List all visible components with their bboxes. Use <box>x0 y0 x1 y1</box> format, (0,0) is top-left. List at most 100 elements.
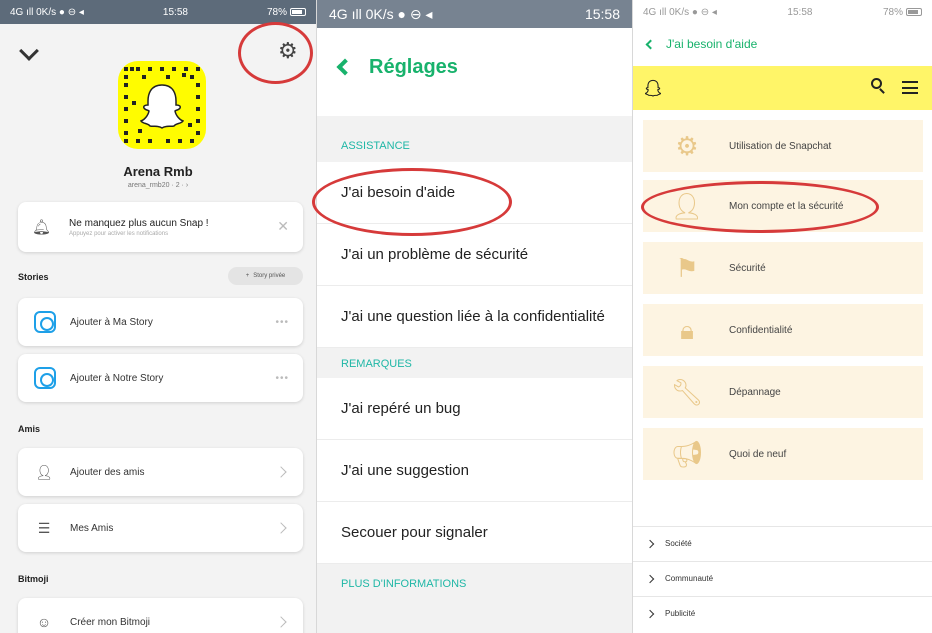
snapcode-dot <box>190 139 194 143</box>
help-toolbar <box>633 66 932 110</box>
snapcode-dot <box>196 67 200 71</box>
snapcode-dot <box>190 75 194 79</box>
settings-item-privacy-question[interactable]: J'ai une question liée à la confidential… <box>317 286 632 348</box>
footer-label: Publicité <box>665 609 696 618</box>
section-header-remarques: REMARQUES <box>317 348 632 378</box>
snapcode-dot <box>166 139 170 143</box>
ghost-gear-icon: ⚙ <box>675 131 699 161</box>
back-chevron-icon[interactable] <box>336 58 354 76</box>
help-category-troubleshooting[interactable]: 🔧︎ Dépannage <box>643 366 923 418</box>
category-label: Dépannage <box>729 386 781 398</box>
snapcode-dot <box>124 107 128 111</box>
friends-label: Ajouter des amis <box>70 466 145 478</box>
search-icon[interactable] <box>871 78 882 89</box>
snapcode-dot <box>130 67 134 71</box>
snapcode[interactable] <box>118 61 206 149</box>
notification-card[interactable]: 🔔︎ Ne manquez plus aucun Snap ! Appuyez … <box>18 202 303 252</box>
snapcode-dot <box>196 107 200 111</box>
settings-screen: 4G ıll 0K/s ● ⊖ ◂ 15:58 Réglages ASSISTA… <box>317 0 632 633</box>
friends-row-mine[interactable]: ☰ Mes Amis <box>18 504 303 552</box>
snapcode-dot <box>166 75 170 79</box>
private-story-button[interactable]: + Story privée <box>228 267 303 285</box>
footer-link-societe[interactable]: Société <box>633 526 932 560</box>
settings-header: Réglages <box>317 28 632 116</box>
plus-icon: + <box>245 273 250 279</box>
megaphone-icon: 📢︎ <box>670 439 704 469</box>
footer-link-communaute[interactable]: Communauté <box>633 561 932 595</box>
chevron-right-icon <box>645 574 655 583</box>
camera-icon <box>34 311 56 333</box>
page-title: Réglages <box>369 56 458 78</box>
help-category-privacy[interactable]: 🔒︎ Confidentialité <box>643 304 923 356</box>
notification-subtitle: Appuyez pour activer les notifications <box>69 230 169 237</box>
snapcode-dot <box>124 83 128 87</box>
settings-item-suggestion[interactable]: J'ai une suggestion <box>317 440 632 502</box>
settings-item-bug[interactable]: J'ai repéré un bug <box>317 378 632 440</box>
settings-item-safety-issue[interactable]: J'ai un problème de sécurité <box>317 224 632 286</box>
snapcode-dot <box>124 75 128 79</box>
status-network: 4G ıll 0K/s ● ⊖ ◂ <box>329 5 433 22</box>
profile-username[interactable]: arena_rmb20 · 2 · › <box>0 182 316 189</box>
bitmoji-icon: ☺ <box>36 614 52 630</box>
snapcode-dot <box>124 67 128 71</box>
settings-item-shake-report[interactable]: Secouer pour signaler <box>317 502 632 564</box>
story-label: Ajouter à Notre Story <box>70 372 164 384</box>
status-network: 4G ıll 0K/s ● ⊖ ◂ <box>10 6 84 18</box>
category-label: Sécurité <box>729 262 766 274</box>
status-bar: 4G ıll 0K/s ● ⊖ ◂ 15:58 <box>317 0 632 28</box>
close-icon[interactable]: ✕ <box>277 218 289 235</box>
bitmoji-header: Bitmoji <box>18 574 49 584</box>
snapcode-dot <box>182 73 186 77</box>
category-label: Utilisation de Snapchat <box>729 140 832 152</box>
back-label: J'ai besoin d'aide <box>666 37 758 51</box>
help-category-safety[interactable]: ⚑ Sécurité <box>643 242 923 294</box>
battery-icon <box>905 7 922 16</box>
stories-header: Stories <box>18 272 49 282</box>
bitmoji-row-create[interactable]: ☺ Créer mon Bitmoji <box>18 598 303 633</box>
bell-icon: 🔔︎ <box>32 219 52 236</box>
more-icon[interactable]: ••• <box>275 373 289 384</box>
snapcode-dot <box>160 67 164 71</box>
story-label: Ajouter à Ma Story <box>70 316 153 328</box>
snapcode-dot <box>196 119 200 123</box>
footer-label: Société <box>665 539 692 548</box>
help-category-whats-new[interactable]: 📢︎ Quoi de neuf <box>643 428 923 480</box>
footer-label: Communauté <box>665 574 714 583</box>
status-network: 4G ıll 0K/s ● ⊖ ◂ <box>643 6 717 18</box>
status-battery: 78% <box>883 7 922 18</box>
help-category-using-snapchat[interactable]: ⚙ Utilisation de Snapchat <box>643 120 923 172</box>
category-label: Quoi de neuf <box>729 448 787 460</box>
highlight-circle <box>641 181 879 233</box>
notification-title: Ne manquez plus aucun Snap ! <box>69 217 209 229</box>
more-icon[interactable]: ••• <box>275 317 289 328</box>
help-screen: 4G ıll 0K/s ● ⊖ ◂ 15:58 78% J'ai besoin … <box>633 0 932 633</box>
back-link[interactable]: J'ai besoin d'aide <box>633 22 932 66</box>
chevron-right-icon <box>275 616 287 628</box>
snapcode-dot <box>124 119 128 123</box>
camera-icon <box>34 367 56 389</box>
status-time: 15:58 <box>787 6 813 18</box>
ghost-icon[interactable] <box>645 79 661 97</box>
story-row-my-story[interactable]: Ajouter à Ma Story ••• <box>18 298 303 346</box>
friends-label: Mes Amis <box>70 522 114 534</box>
snapcode-dot <box>172 67 176 71</box>
add-friend-icon: 👤︎ <box>35 463 53 480</box>
menu-icon[interactable] <box>902 81 918 94</box>
story-row-our-story[interactable]: Ajouter à Notre Story ••• <box>18 354 303 402</box>
bitmoji-label: Créer mon Bitmoji <box>70 616 151 628</box>
friends-row-add[interactable]: 👤︎ Ajouter des amis <box>18 448 303 496</box>
snapcode-dot <box>196 95 200 99</box>
chevron-right-icon <box>275 466 287 478</box>
chevron-right-icon <box>645 539 655 548</box>
lock-icon: 🔒︎ <box>680 315 694 345</box>
snapcode-dot <box>184 67 188 71</box>
highlight-circle <box>312 168 512 236</box>
footer-link-publicite[interactable]: Publicité <box>633 596 932 630</box>
chevron-right-icon <box>275 522 287 534</box>
status-bar: 4G ıll 0K/s ● ⊖ ◂ 15:58 78% <box>0 0 316 24</box>
snapcode-dot <box>136 67 140 71</box>
chevron-down-icon[interactable] <box>19 41 39 61</box>
snapcode-dot <box>148 139 152 143</box>
chevron-right-icon <box>645 609 655 618</box>
ghost-icon <box>140 84 184 129</box>
